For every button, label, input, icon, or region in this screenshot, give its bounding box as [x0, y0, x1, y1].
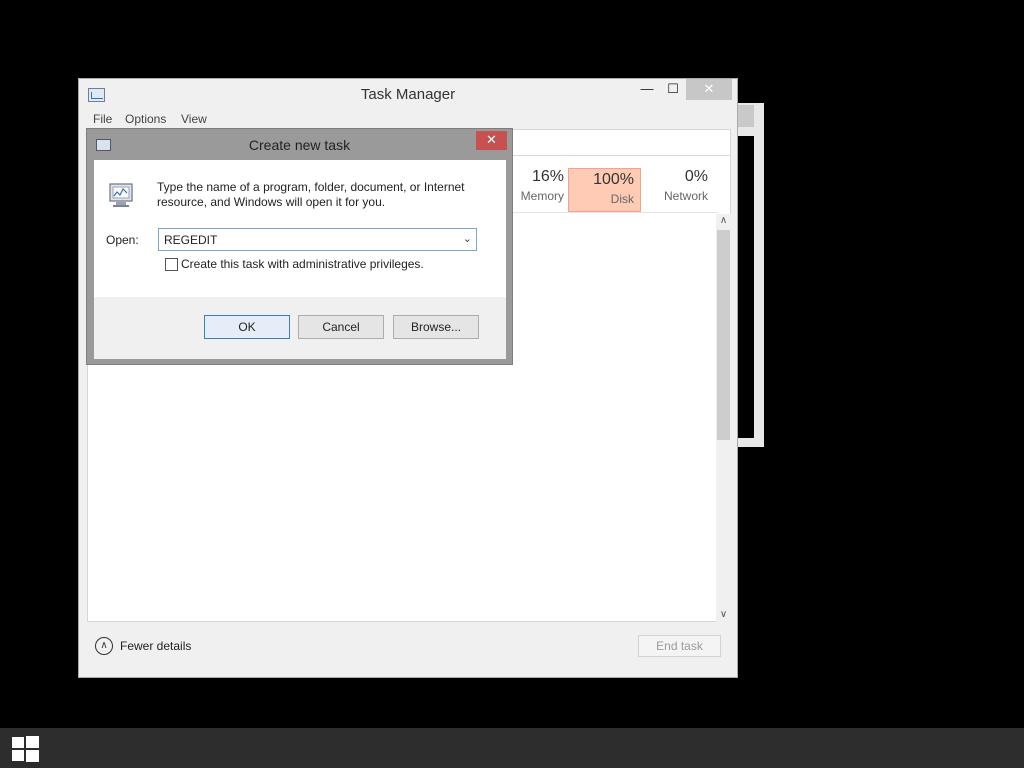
menu-file[interactable]: File [93, 112, 112, 126]
admin-privileges-label[interactable]: Create this task with administrative pri… [181, 257, 424, 271]
dialog-description: Type the name of a program, folder, docu… [157, 180, 465, 209]
memory-label: Memory [520, 189, 564, 203]
maximize-button[interactable]: ☐ [660, 79, 686, 100]
admin-privileges-checkbox[interactable] [165, 258, 178, 271]
column-memory[interactable]: 16% Memory [516, 168, 564, 212]
close-button[interactable]: ✕ [686, 79, 732, 100]
dialog-buttons: OK Cancel Browse... [94, 297, 506, 359]
memory-percent: 16% [531, 168, 564, 185]
dialog-close-button[interactable]: ✕ [476, 131, 507, 150]
dialog-body: Type the name of a program, folder, docu… [94, 160, 506, 297]
fewer-details-link[interactable]: Fewer details [120, 639, 191, 653]
scroll-thumb[interactable] [717, 230, 730, 440]
menu-view[interactable]: View [181, 112, 207, 126]
collapse-icon[interactable]: ∧ [95, 637, 113, 655]
end-task-button[interactable]: End task [638, 635, 721, 657]
minimize-button[interactable]: — [634, 79, 660, 100]
dropdown-chevron-icon[interactable]: ⌄ [463, 232, 472, 245]
windows-start-icon[interactable] [12, 736, 39, 762]
column-network[interactable]: 0% Network [646, 168, 710, 212]
vertical-scrollbar[interactable]: ∧ ∨ [716, 214, 731, 622]
disk-percent: 100% [593, 171, 634, 188]
open-input-value[interactable]: REGEDIT [164, 233, 217, 247]
disk-label: Disk [610, 192, 634, 206]
background-window-titlebar [738, 105, 754, 127]
scroll-down-icon[interactable]: ∨ [716, 608, 731, 622]
run-icon [109, 183, 133, 207]
create-new-task-dialog: Create new task ✕ Type the name of a pro… [86, 128, 513, 365]
dialog-title: Create new task [248, 137, 351, 153]
menu-bar: File Options View [79, 109, 737, 129]
task-manager-titlebar[interactable]: Task Manager — ☐ ✕ [79, 79, 737, 109]
cancel-button[interactable]: Cancel [298, 315, 384, 339]
scroll-up-icon[interactable]: ∧ [716, 214, 731, 228]
taskbar [0, 728, 1024, 768]
open-label: Open: [106, 233, 139, 247]
open-combobox[interactable]: REGEDIT ⌄ [158, 228, 477, 251]
dialog-titlebar[interactable]: Create new task ✕ [87, 129, 512, 160]
background-window-content [738, 136, 754, 438]
network-percent: 0% [684, 168, 708, 185]
task-manager-footer: ∧ Fewer details End task [79, 622, 737, 678]
network-label: Network [663, 189, 708, 203]
menu-options[interactable]: Options [125, 112, 166, 126]
ok-button[interactable]: OK [204, 315, 290, 339]
browse-button[interactable]: Browse... [393, 315, 479, 339]
column-disk[interactable]: 100% Disk [568, 168, 641, 212]
